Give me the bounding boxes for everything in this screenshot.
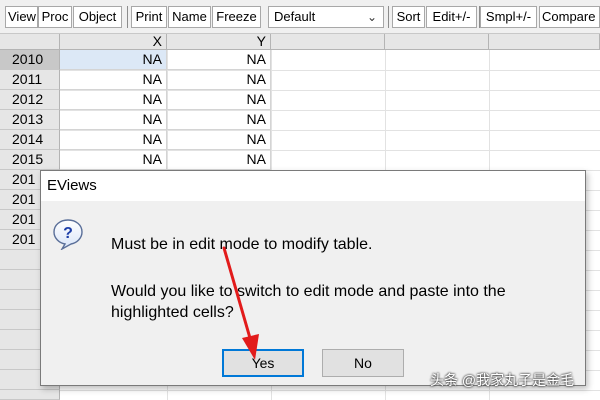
table-cell[interactable]: NA xyxy=(60,150,167,170)
freeze-button[interactable]: Freeze xyxy=(212,6,261,28)
table-cell[interactable]: NA xyxy=(60,90,167,110)
row-header[interactable]: 2014 xyxy=(0,130,60,150)
table-cell[interactable]: NA xyxy=(60,50,167,70)
column-header-y[interactable]: Y xyxy=(167,34,271,50)
smpl-toggle-button[interactable]: Smpl+/- xyxy=(480,6,537,28)
dialog-message: Must be in edit mode to modify table. xyxy=(111,236,373,253)
table-cell[interactable]: NA xyxy=(167,90,271,110)
table-cell[interactable]: NA xyxy=(167,150,271,170)
eviews-dialog: EViews ? Must be in edit mode to modify … xyxy=(40,170,586,386)
corner-header xyxy=(0,34,60,50)
question-icon: ? xyxy=(53,219,83,250)
toolbar-separator xyxy=(388,6,389,28)
table-cell[interactable]: NA xyxy=(60,70,167,90)
column-header-empty[interactable] xyxy=(271,34,385,50)
name-button[interactable]: Name xyxy=(168,6,211,28)
dialog-question: Would you like to switch to edit mode an… xyxy=(111,283,506,321)
view-button[interactable]: View xyxy=(5,6,38,28)
chevron-down-icon: ⌄ xyxy=(366,10,377,24)
watermark: 头条 @我家丸子是金毛 xyxy=(430,372,575,388)
proc-button[interactable]: Proc xyxy=(38,6,72,28)
sort-button[interactable]: Sort xyxy=(392,6,425,28)
column-header-empty[interactable] xyxy=(385,34,489,50)
table-cell[interactable]: NA xyxy=(60,110,167,130)
no-button[interactable]: No xyxy=(322,349,404,377)
row-header[interactable]: 2010 xyxy=(0,50,60,70)
compare-button[interactable]: Compare xyxy=(539,6,600,28)
display-select-value: Default xyxy=(274,9,316,24)
dialog-titlebar[interactable]: EViews xyxy=(41,171,585,201)
svg-text:?: ? xyxy=(63,225,73,242)
table-cell[interactable]: NA xyxy=(167,110,271,130)
table-cell[interactable]: NA xyxy=(167,50,271,70)
toolbar-separator xyxy=(127,6,128,28)
edit-toggle-button[interactable]: Edit+/- xyxy=(426,6,477,28)
toolbar: View Proc Object Print Name Freeze Defau… xyxy=(0,0,600,34)
grid-line xyxy=(60,390,600,391)
table-cell[interactable]: NA xyxy=(167,130,271,150)
print-button[interactable]: Print xyxy=(131,6,167,28)
table-cell[interactable]: NA xyxy=(167,70,271,90)
dialog-title: EViews xyxy=(47,177,97,194)
yes-button[interactable]: Yes xyxy=(222,349,304,377)
row-header[interactable]: 2012 xyxy=(0,90,60,110)
row-header[interactable]: 2015 xyxy=(0,150,60,170)
column-header-x[interactable]: X xyxy=(60,34,167,50)
object-button[interactable]: Object xyxy=(73,6,122,28)
row-header[interactable]: 2013 xyxy=(0,110,60,130)
row-header[interactable] xyxy=(0,390,60,400)
column-header-empty[interactable] xyxy=(489,34,600,50)
row-header[interactable]: 2011 xyxy=(0,70,60,90)
table-cell[interactable]: NA xyxy=(60,130,167,150)
display-select[interactable]: Default ⌄ xyxy=(268,6,384,28)
